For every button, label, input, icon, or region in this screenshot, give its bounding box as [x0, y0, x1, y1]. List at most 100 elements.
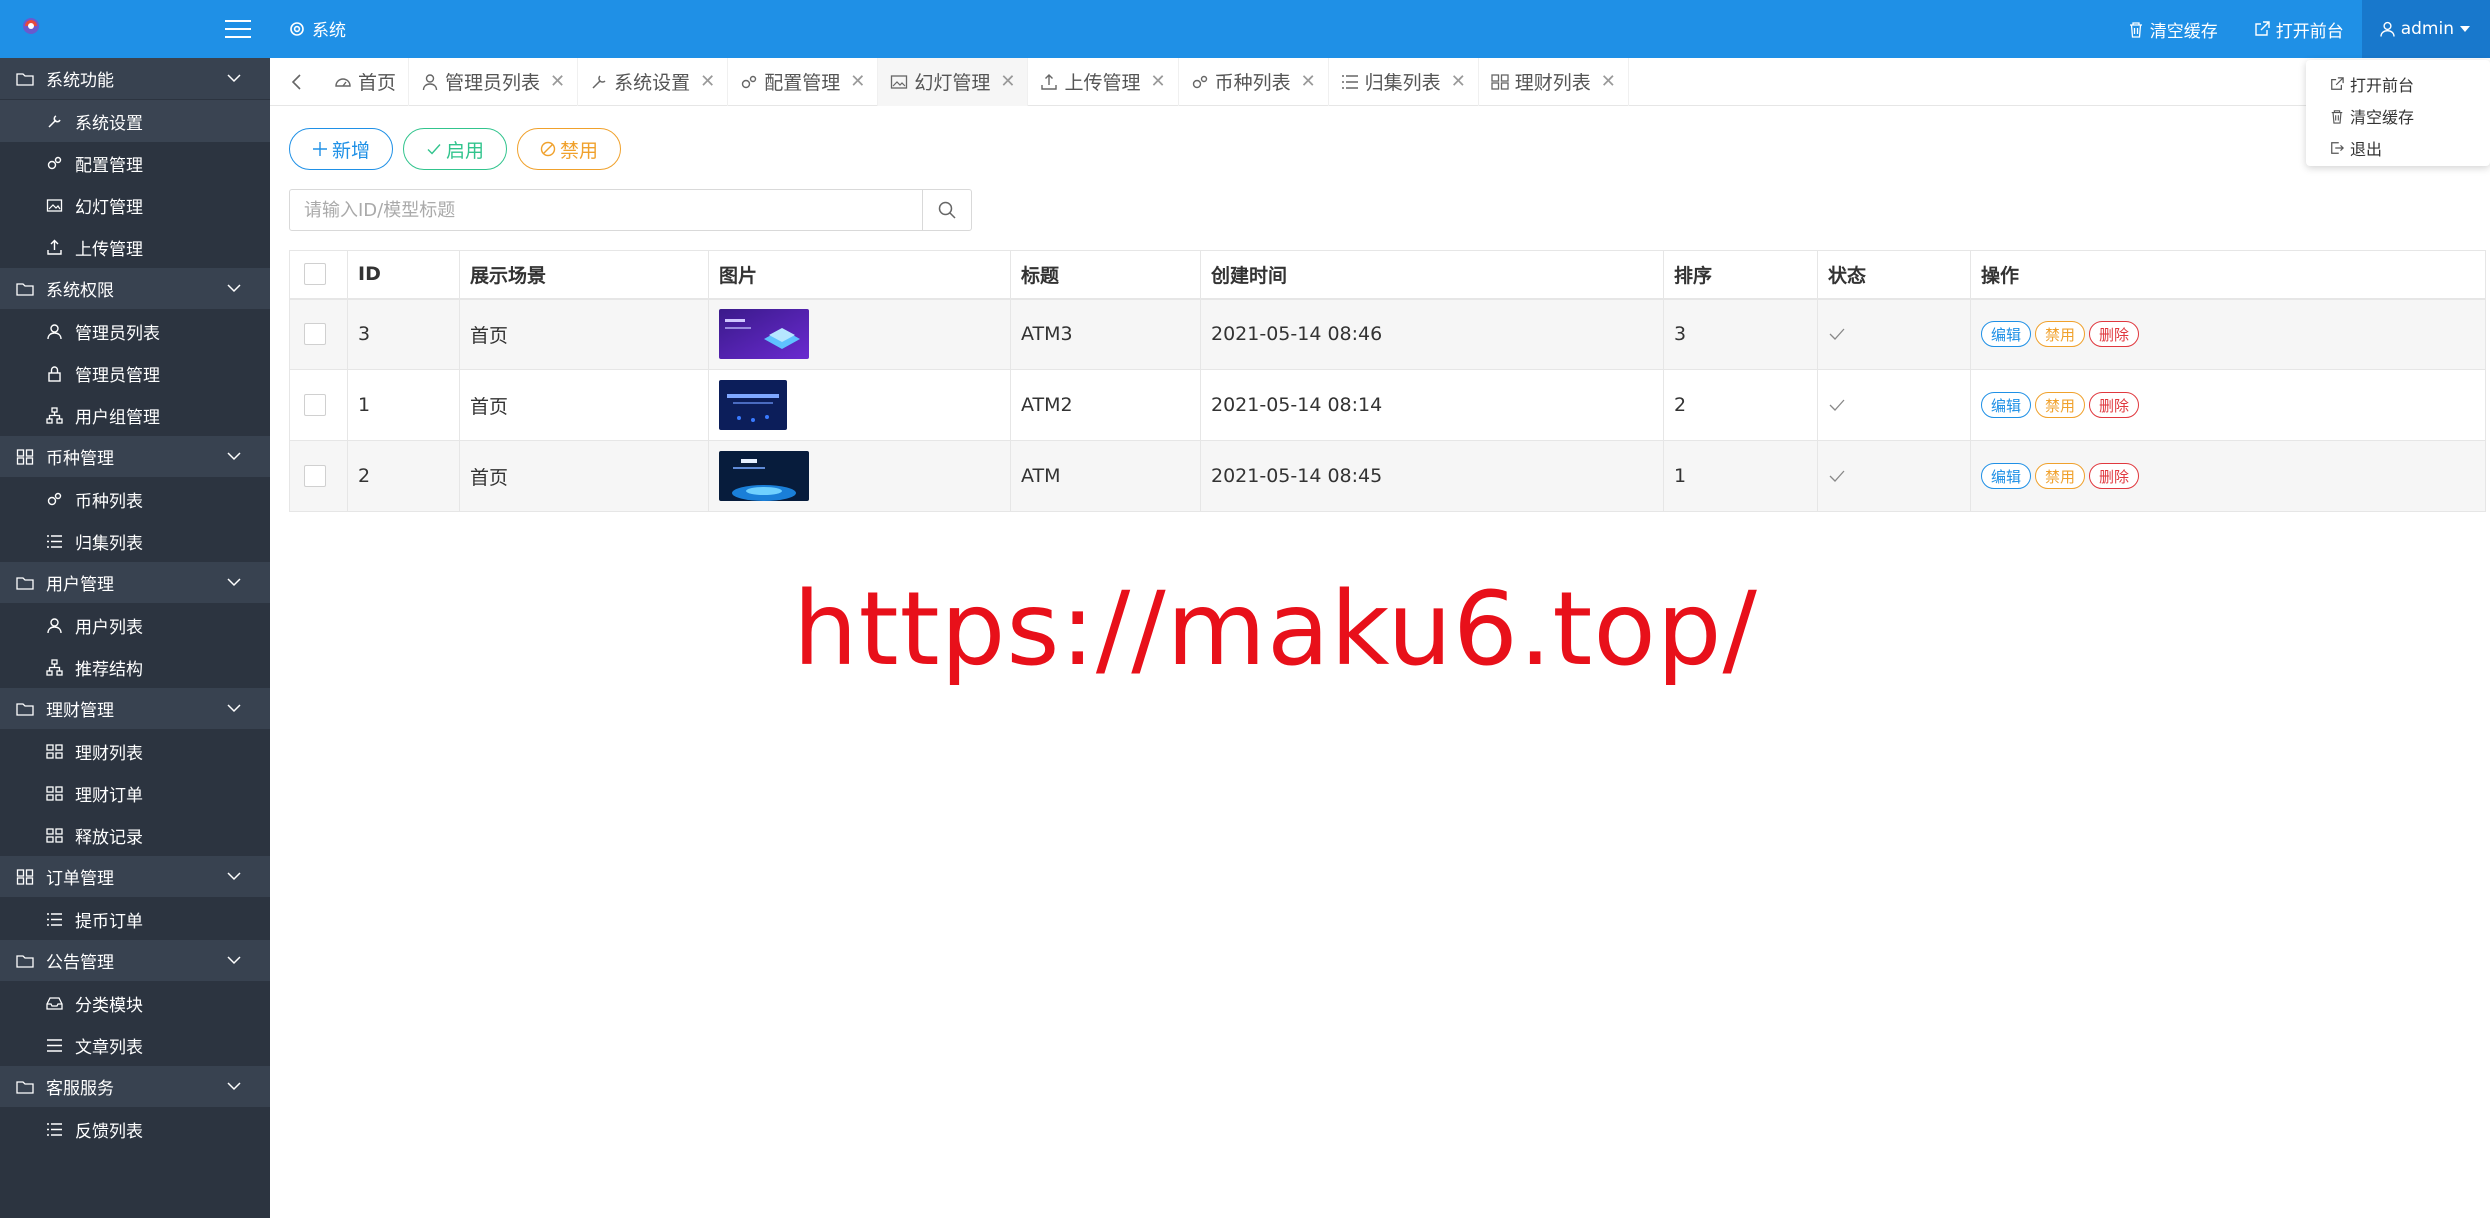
- search-button[interactable]: [922, 189, 972, 231]
- delete-button[interactable]: 删除: [2089, 321, 2139, 348]
- sidebar-group-permissions[interactable]: 系统权限: [0, 268, 270, 310]
- close-icon[interactable]: ✕: [550, 71, 565, 92]
- tab-home[interactable]: 首页: [322, 57, 410, 106]
- row-checkbox[interactable]: [304, 394, 326, 416]
- sidebar-item-config[interactable]: 配置管理: [0, 142, 270, 184]
- close-icon[interactable]: ✕: [700, 71, 715, 92]
- sidebar-item-release-records[interactable]: 释放记录: [0, 814, 270, 856]
- sidebar-group-support[interactable]: 客服服务: [0, 1066, 270, 1108]
- close-icon[interactable]: ✕: [1150, 71, 1165, 92]
- grid-icon: [16, 868, 34, 885]
- sidebar-group-system[interactable]: 系统功能: [0, 58, 270, 100]
- search-input[interactable]: [289, 189, 923, 231]
- sidebar-item-withdraw-orders[interactable]: 提币订单: [0, 898, 270, 940]
- sidebar-item-user-list[interactable]: 用户列表: [0, 604, 270, 646]
- sidebar-item-admin-list[interactable]: 管理员列表: [0, 310, 270, 352]
- cell-created: 2021-05-14 08:45: [1200, 440, 1664, 512]
- sidebar-group-users[interactable]: 用户管理: [0, 562, 270, 604]
- cell-title: ATM: [1010, 440, 1201, 512]
- sidebar-group-currency[interactable]: 币种管理: [0, 436, 270, 478]
- cell-sort: 3: [1663, 298, 1818, 370]
- tab-currency-list[interactable]: 币种列表 ✕: [1179, 57, 1329, 106]
- sidebar-group-label: 用户管理: [46, 575, 114, 595]
- folder-icon: [16, 282, 34, 296]
- column-header-status[interactable]: 状态: [1817, 250, 1971, 300]
- disable-row-button[interactable]: 禁用: [2035, 463, 2085, 489]
- sidebar-item-currency-list[interactable]: 币种列表: [0, 478, 270, 520]
- open-frontend-button[interactable]: 打开前台: [2236, 0, 2362, 58]
- sidebar-item-feedback[interactable]: 反馈列表: [0, 1108, 270, 1150]
- sidebar-item-upload[interactable]: 上传管理: [0, 226, 270, 268]
- folder-icon: [16, 576, 34, 590]
- column-header-id[interactable]: ID: [347, 250, 460, 300]
- sidebar-item-finance-list[interactable]: 理财列表: [0, 730, 270, 772]
- sidebar-group-label: 公告管理: [46, 953, 114, 973]
- tab-admin-list[interactable]: 管理员列表 ✕: [409, 57, 579, 106]
- slide-thumbnail[interactable]: [719, 451, 809, 501]
- list-icon: [47, 534, 62, 548]
- dropdown-logout[interactable]: 退出: [2306, 132, 2490, 164]
- delete-button[interactable]: 删除: [2089, 463, 2139, 489]
- logo-icon: [23, 18, 39, 34]
- sidebar-item-referral[interactable]: 推荐结构: [0, 646, 270, 688]
- top-actions: 清空缓存 打开前台 admin: [2110, 0, 2490, 58]
- column-header-created[interactable]: 创建时间: [1200, 250, 1664, 300]
- sidebar-item-label: 理财列表: [75, 743, 143, 764]
- user-menu-button[interactable]: admin: [2361, 0, 2490, 58]
- edit-button[interactable]: 编辑: [1981, 321, 2031, 348]
- column-header-sort[interactable]: 排序: [1663, 250, 1818, 300]
- list-icon: [1341, 74, 1358, 89]
- sidebar-item-admin-manage[interactable]: 管理员管理: [0, 352, 270, 394]
- column-header-scene[interactable]: 展示场景: [459, 250, 709, 300]
- sidebar-group-announcements[interactable]: 公告管理: [0, 940, 270, 982]
- sidebar-item-categories[interactable]: 分类模块: [0, 982, 270, 1024]
- row-checkbox[interactable]: [304, 465, 326, 487]
- cell-sort: 2: [1663, 369, 1818, 441]
- disable-button[interactable]: 禁用: [517, 128, 621, 170]
- slide-thumbnail[interactable]: [719, 309, 809, 360]
- dropdown-open-frontend[interactable]: 打开前台: [2306, 68, 2490, 100]
- clear-cache-button[interactable]: 清空缓存: [2110, 0, 2236, 58]
- tab-slides[interactable]: 幻灯管理 ✕: [878, 57, 1029, 106]
- add-button[interactable]: 新增: [289, 128, 393, 170]
- close-icon[interactable]: ✕: [1601, 71, 1616, 92]
- close-icon[interactable]: ✕: [1000, 71, 1015, 92]
- gears-icon: [742, 75, 757, 88]
- close-icon[interactable]: ✕: [850, 71, 865, 92]
- select-all-checkbox[interactable]: [304, 263, 326, 286]
- sidebar-group-finance[interactable]: 理财管理: [0, 688, 270, 730]
- tab-config[interactable]: 配置管理 ✕: [728, 57, 879, 106]
- disable-row-button[interactable]: 禁用: [2035, 321, 2085, 348]
- tab-finance-list[interactable]: 理财列表 ✕: [1479, 57, 1629, 106]
- sidebar-item-collect-list[interactable]: 归集列表: [0, 520, 270, 562]
- sidebar-item-user-groups[interactable]: 用户组管理: [0, 394, 270, 436]
- slide-thumbnail[interactable]: [719, 380, 787, 430]
- column-header-image[interactable]: 图片: [708, 250, 1011, 300]
- user-icon: [2380, 21, 2395, 37]
- enable-button[interactable]: 启用: [403, 128, 507, 170]
- sidebar-group-orders[interactable]: 订单管理: [0, 856, 270, 898]
- edit-button[interactable]: 编辑: [1981, 463, 2031, 489]
- cell-image: [708, 440, 1011, 512]
- tab-upload[interactable]: 上传管理 ✕: [1028, 57, 1179, 106]
- tab-label: 系统设置: [614, 72, 691, 94]
- close-icon[interactable]: ✕: [1451, 71, 1466, 92]
- dropdown-clear-cache[interactable]: 清空缓存: [2306, 100, 2490, 132]
- chevron-left-icon[interactable]: [288, 72, 306, 92]
- sidebar-item-finance-orders[interactable]: 理财订单: [0, 772, 270, 814]
- sidebar-item-slides[interactable]: 幻灯管理: [0, 184, 270, 226]
- sidebar-group-label: 客服服务: [46, 1079, 114, 1099]
- row-checkbox[interactable]: [304, 323, 326, 346]
- column-header-title[interactable]: 标题: [1010, 250, 1201, 300]
- user-icon: [422, 73, 438, 90]
- tab-collect-list[interactable]: 归集列表 ✕: [1329, 57, 1479, 106]
- tab-system-settings[interactable]: 系统设置 ✕: [578, 57, 729, 106]
- sidebar-item-articles[interactable]: 文章列表: [0, 1024, 270, 1066]
- close-icon[interactable]: ✕: [1301, 71, 1316, 92]
- delete-button[interactable]: 删除: [2089, 392, 2139, 418]
- edit-button[interactable]: 编辑: [1981, 392, 2031, 418]
- menu-toggle-icon[interactable]: [225, 20, 251, 40]
- sidebar-item-system-settings[interactable]: 系统设置: [0, 100, 270, 142]
- tab-label: 配置管理: [764, 72, 841, 94]
- disable-row-button[interactable]: 禁用: [2035, 392, 2085, 418]
